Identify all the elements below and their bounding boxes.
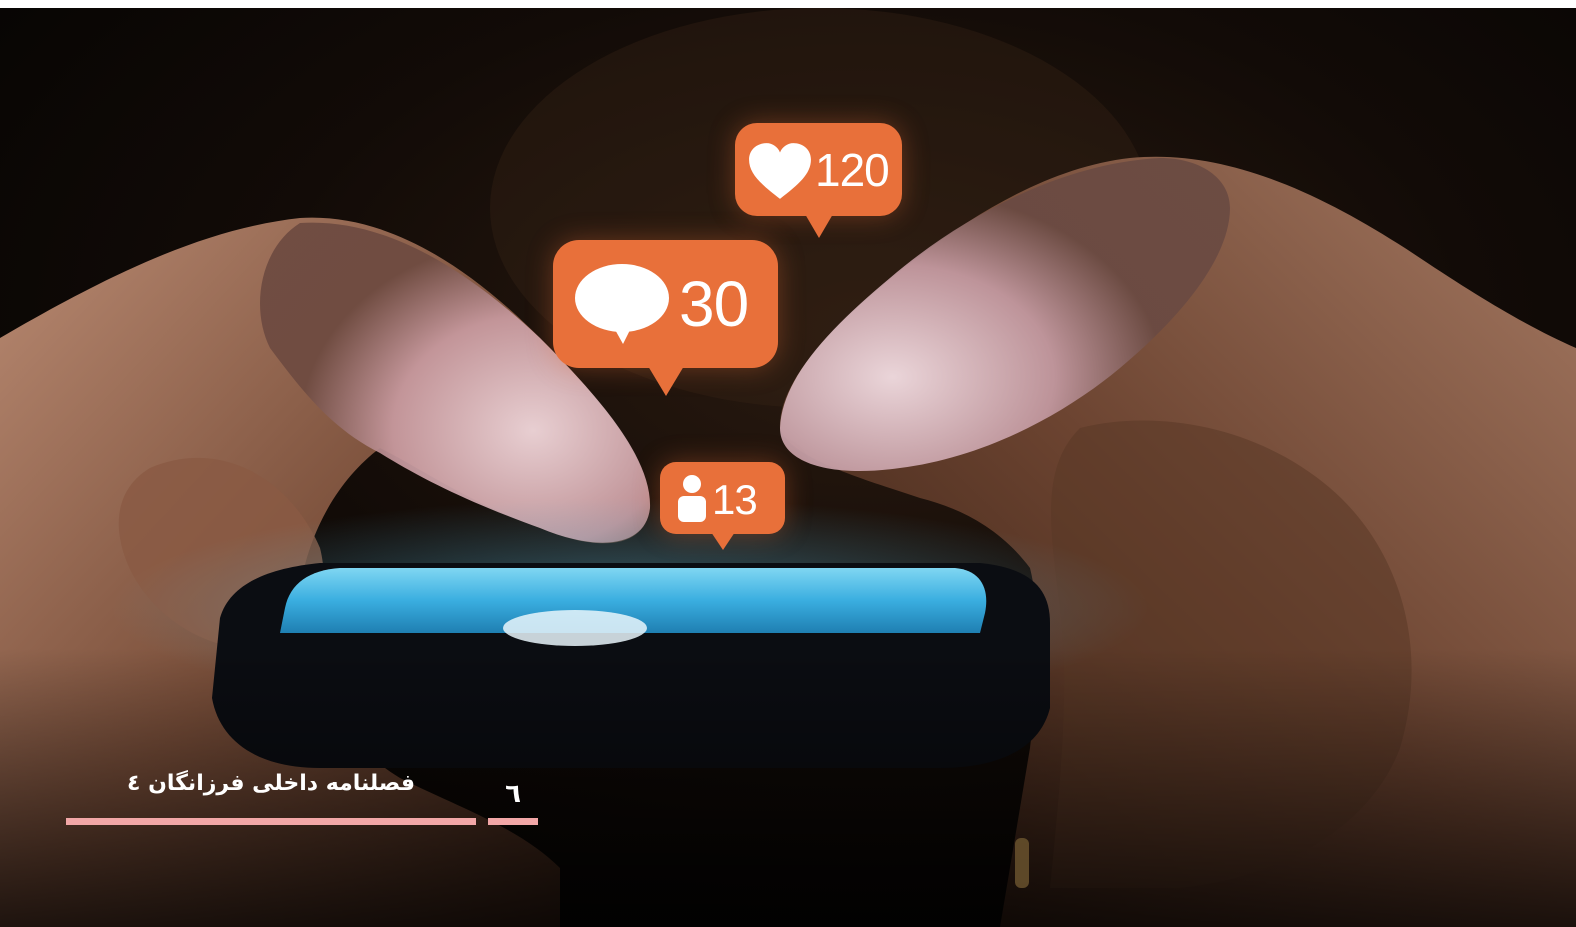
followers-notification: 13	[660, 462, 785, 550]
likes-notification: 120	[735, 123, 902, 238]
comments-notification: 30	[553, 240, 778, 396]
likes-count: 120	[815, 144, 890, 196]
comments-count: 30	[679, 268, 749, 340]
title-underline	[66, 818, 476, 825]
followers-count: 13	[712, 476, 758, 523]
heart-icon	[749, 143, 811, 199]
page-number: ٦	[505, 779, 521, 809]
newsletter-title: فصلنامه داخلی فرزانگان ٤	[127, 771, 415, 796]
speech-bubble-icon	[575, 264, 669, 344]
page-number-underline	[488, 818, 538, 825]
page: 120 30 13 فصلنامه داخلی فرزانگان ٤ ٦	[0, 0, 1576, 927]
person-icon	[678, 475, 706, 522]
